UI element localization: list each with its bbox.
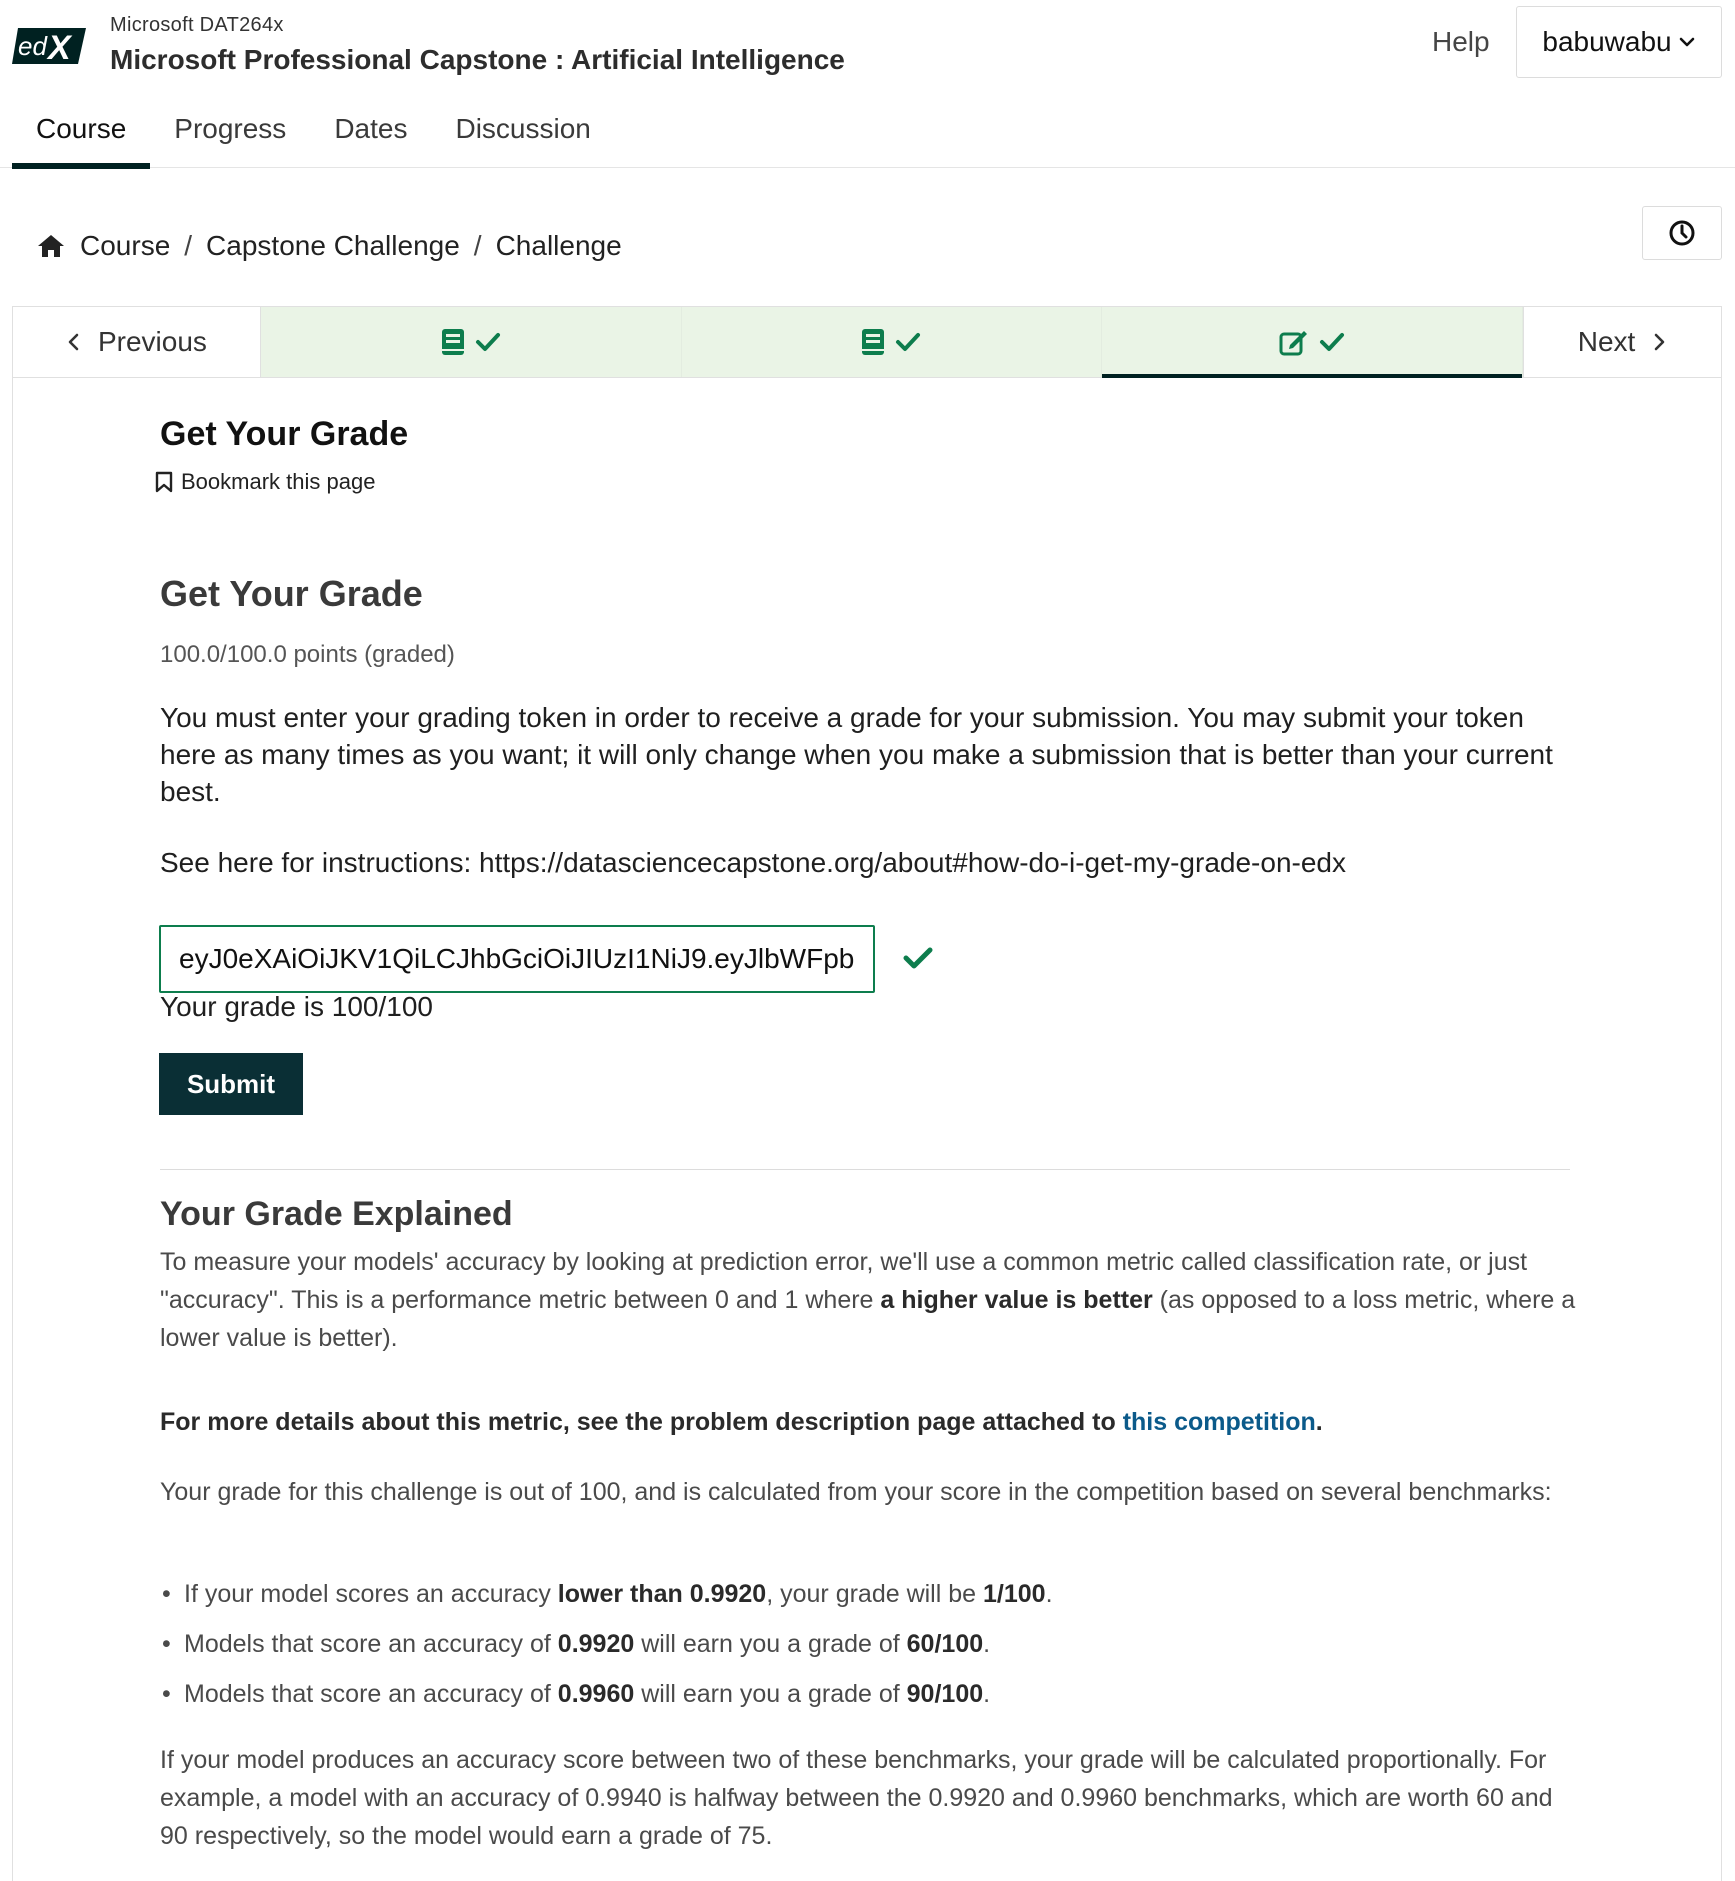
check-icon [1320, 333, 1345, 351]
tab-progress[interactable]: Progress [150, 100, 310, 168]
edit-icon [1279, 331, 1308, 356]
help-link[interactable]: Help [1432, 26, 1490, 58]
details-text: For more details about this metric, see … [160, 1408, 1123, 1436]
bullet-text: will earn you a grade of [634, 1680, 907, 1708]
breadcrumb-subsection[interactable]: Challenge [496, 230, 622, 262]
bookmark-button[interactable]: Bookmark this page [155, 469, 375, 495]
details-end: . [1315, 1408, 1323, 1436]
user-menu-button[interactable]: babuwabu [1516, 6, 1722, 78]
bullet-text: , your grade will be [766, 1580, 983, 1608]
breadcrumb: Course / Capstone Challenge / Challenge [36, 230, 622, 262]
chevron-down-icon [1679, 37, 1694, 47]
svg-text:X: X [46, 29, 73, 66]
bullet-text: . [1045, 1580, 1053, 1608]
bullet-text: If your model scores an accuracy [184, 1580, 558, 1608]
instructions-link-text: See here for instructions: https://datas… [160, 847, 1346, 878]
problem-instructions: You must enter your grading token in ord… [160, 702, 1553, 807]
sequence-unit-3[interactable] [1102, 307, 1524, 378]
sequence-unit-2[interactable] [681, 307, 1103, 377]
bullet-bold: 1/100 [983, 1580, 1046, 1608]
bullet-bold: lower than 0.9920 [557, 1580, 767, 1608]
course-title: Microsoft Professional Capstone : Artifi… [110, 44, 845, 75]
bullet-bold: 0.9920 [557, 1630, 635, 1658]
example-paragraph: If your model produces an accuracy score… [160, 1746, 1553, 1850]
tab-course[interactable]: Course [12, 100, 151, 169]
bullet-text: Models that score an accuracy of [184, 1680, 558, 1708]
book-icon [862, 329, 885, 355]
history-button[interactable] [1642, 206, 1722, 260]
competition-link[interactable]: this competition [1123, 1408, 1316, 1436]
course-tabs: Course Progress Dates Discussion [12, 100, 615, 169]
details-paragraph: For more details about this metric, see … [160, 1403, 1580, 1441]
bullet-text: . [983, 1680, 991, 1708]
next-label: Next [1577, 326, 1636, 357]
problem-title: Get Your Grade [160, 573, 423, 614]
book-icon [441, 329, 464, 355]
previous-button[interactable]: Previous [13, 307, 261, 377]
next-button[interactable]: Next [1523, 307, 1721, 377]
list-item: Models that score an accuracy of 0.9920 … [160, 1625, 1580, 1675]
course-org: Microsoft DAT264x [110, 14, 284, 36]
breadcrumb-separator: / [473, 230, 482, 261]
bullet-text: will earn you a grade of [634, 1630, 907, 1658]
bullet-bold: 0.9960 [557, 1680, 635, 1708]
chevron-left-icon [68, 333, 79, 351]
metric-paragraph: To measure your models' accuracy by look… [160, 1243, 1580, 1357]
list-item: Models that score an accuracy of 0.9960 … [160, 1675, 1580, 1725]
sequence-unit-1[interactable] [260, 307, 682, 377]
tab-dates[interactable]: Dates [310, 100, 431, 168]
bullet-text: Models that score an accuracy of [184, 1630, 558, 1658]
metric-emphasis: a higher value is better [880, 1286, 1153, 1314]
breadcrumb-course[interactable]: Course [80, 230, 170, 262]
bookmark-icon [155, 471, 173, 493]
bookmark-label: Bookmark this page [181, 469, 376, 494]
grade-explained-title: Your Grade Explained [160, 1195, 513, 1233]
svg-text:ed: ed [18, 31, 48, 61]
bullet-text: . [983, 1630, 991, 1658]
breadcrumb-separator: / [184, 230, 193, 261]
clock-icon [1669, 220, 1695, 246]
bullet-bold: 60/100 [906, 1630, 984, 1658]
username: babuwabu [1542, 26, 1672, 57]
grade-message: Your grade is 100/100 [160, 991, 433, 1022]
benchmark-list: If your model scores an accuracy lower t… [160, 1575, 1580, 1725]
submit-button[interactable]: Submit [159, 1053, 303, 1115]
correct-check-icon [903, 947, 933, 969]
divider [160, 1169, 1570, 1170]
previous-label: Previous [97, 326, 207, 357]
grading-token-input[interactable] [159, 925, 875, 993]
unit-content: Get Your Grade Bookmark this page Get Yo… [12, 377, 1722, 1881]
breadcrumb-section[interactable]: Capstone Challenge [206, 230, 460, 262]
list-item: If your model scores an accuracy lower t… [160, 1575, 1580, 1625]
problem-points: 100.0/100.0 points (graded) [160, 641, 455, 668]
home-icon[interactable] [36, 233, 66, 259]
bullet-bold: 90/100 [906, 1680, 984, 1708]
sequence-navigation: Previous Next [12, 306, 1722, 378]
tab-discussion[interactable]: Discussion [431, 100, 614, 168]
check-icon [475, 333, 500, 351]
grade-calc-paragraph: Your grade for this challenge is out of … [160, 1478, 1552, 1506]
chevron-right-icon [1655, 333, 1665, 351]
check-icon [896, 333, 921, 351]
unit-title: Get Your Grade [160, 415, 409, 453]
edx-logo[interactable]: ed X [12, 26, 88, 66]
site-header: ed X Microsoft DAT264x Microsoft Profess… [0, 0, 1735, 169]
